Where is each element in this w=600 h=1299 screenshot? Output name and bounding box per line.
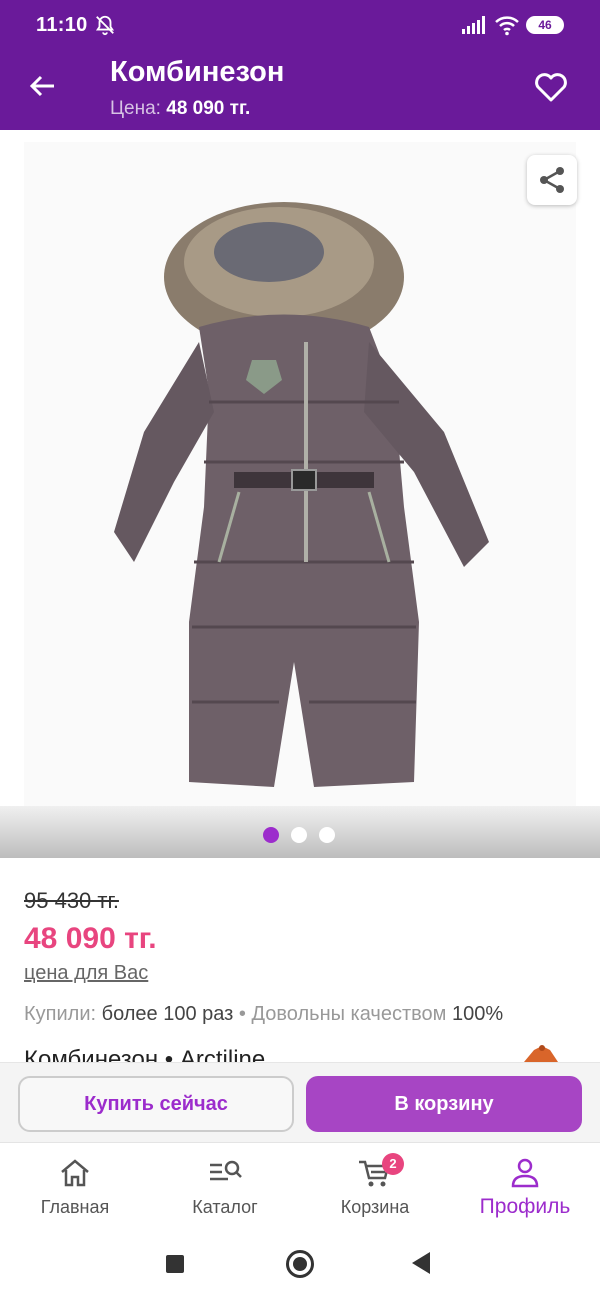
product-stats: Купили: более 100 раз • Довольны качеств… [24,1003,503,1026]
brand-logo-icon [524,1045,558,1062]
product-name: Комбинезон • Arctiline [24,1046,266,1062]
share-button[interactable] [527,155,577,205]
app-bar: Комбинезон Цена: 48 090 тг. [0,44,600,130]
home-button-icon[interactable] [286,1250,314,1278]
system-back-icon[interactable] [412,1252,430,1274]
action-bar: Купить сейчас В корзину [0,1062,600,1142]
nav-label-profile: Профиль [479,1195,571,1218]
current-price: 48 090 тг. [24,922,157,955]
signal-icon [462,16,485,34]
nav-item-cart[interactable]: 2 Корзина [300,1143,450,1229]
home-icon [61,1159,89,1187]
product-photo[interactable] [24,142,576,818]
page-title: Комбинезон [110,56,285,88]
quality-label: Довольны качеством [251,1003,447,1025]
heart-icon[interactable] [532,68,570,106]
nav-item-profile[interactable]: Профиль [450,1143,600,1229]
bought-label: Купили: [24,1003,97,1025]
catalog-search-icon [210,1160,242,1181]
mute-bell-icon [95,15,115,36]
system-navigation-bar [0,1228,600,1299]
back-arrow-icon[interactable] [24,68,60,104]
bottom-navigation: Главная Каталог 2 Корзина Профиль [0,1142,600,1228]
buy-now-button[interactable]: Купить сейчас [18,1076,294,1132]
nav-label-catalog: Каталог [192,1197,258,1217]
wifi-icon [495,16,519,36]
recent-apps-icon[interactable] [166,1255,184,1273]
product-info: 95 430 тг. 48 090 тг. цена для Вас Купил… [0,858,600,1068]
snowsuit-illustration [114,202,489,787]
status-bar: 11:10 46 [0,0,600,44]
pagination-dot[interactable] [291,827,307,843]
quality-value: 100% [451,1003,504,1025]
old-price: 95 430 тг. [24,888,119,913]
profile-icon [511,1158,539,1188]
product-gallery[interactable] [0,130,600,858]
cart-count-badge: 2 [382,1153,404,1175]
bought-value: более 100 раз [101,1003,234,1025]
share-icon [540,167,564,193]
status-time: 11:10 [36,14,88,36]
pagination-dot[interactable] [263,827,279,843]
nav-item-home[interactable]: Главная [0,1143,150,1229]
battery-icon: 46 [526,16,564,34]
price-subtitle: Цена: 48 090 тг. [110,98,250,120]
nav-item-catalog[interactable]: Каталог [150,1143,300,1229]
price-label: Цена: [110,98,161,119]
add-to-cart-button[interactable]: В корзину [306,1076,582,1132]
nav-label-home: Главная [40,1197,110,1217]
price-for-you-link[interactable]: цена для Вас [24,962,148,985]
gallery-pagination [263,827,335,843]
price-value: 48 090 тг. [166,98,251,119]
pagination-dot[interactable] [319,827,335,843]
nav-label-cart: Корзина [340,1197,410,1217]
stats-separator: • [238,1003,246,1025]
